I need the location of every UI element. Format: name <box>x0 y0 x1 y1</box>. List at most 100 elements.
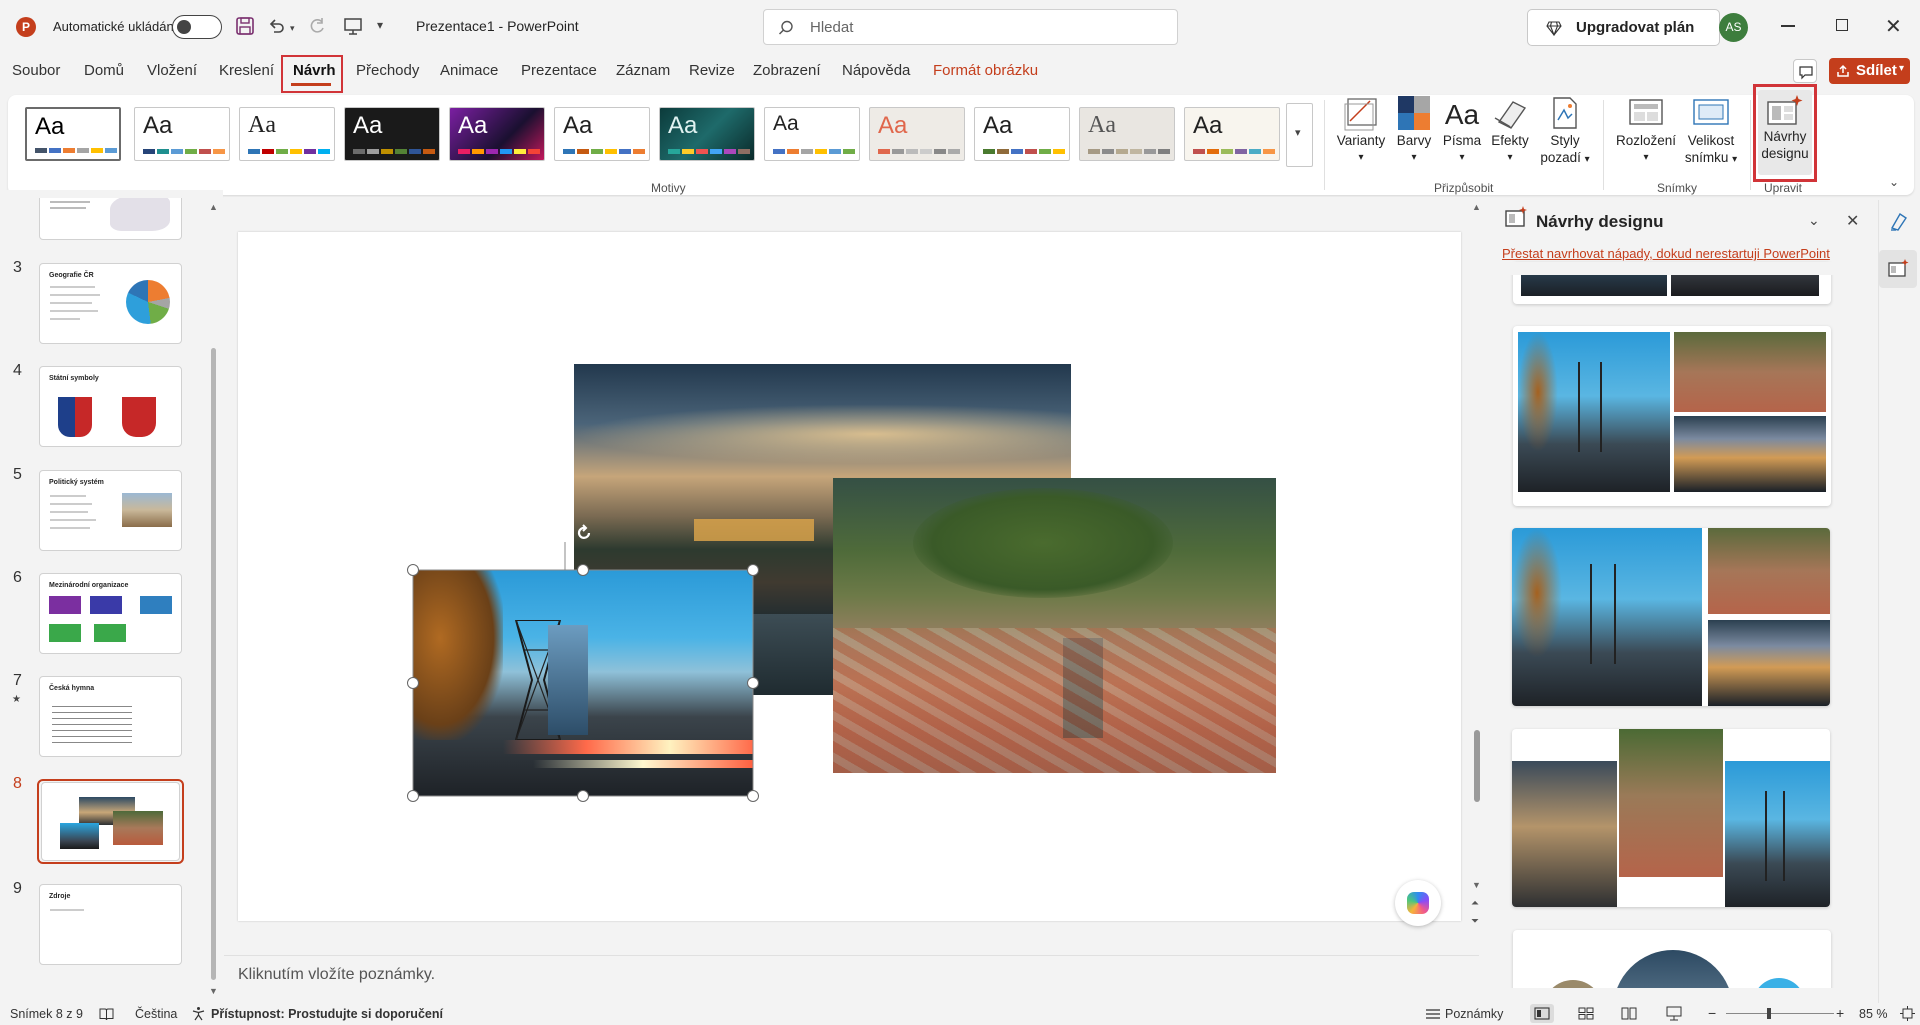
theme-6[interactable]: Aa <box>554 107 650 161</box>
slides-panel-scrollbar[interactable]: ▲ ▼ <box>207 200 219 1000</box>
theme-11[interactable]: Aa <box>1079 107 1175 161</box>
slide-size-button[interactable]: Velikost snímku ▾ <box>1683 96 1739 168</box>
theme-4[interactable]: Aa <box>344 107 440 161</box>
slide-thumbnail-3[interactable]: Geografie ČR <box>39 263 182 344</box>
highlight-box-navrh-tab <box>281 55 343 93</box>
slide-thumbnail-7[interactable]: Česká hymna <box>39 676 182 757</box>
designer-button[interactable]: Návrhy designu <box>1758 90 1812 175</box>
search-input[interactable]: Hledat <box>763 9 1178 45</box>
comments-button[interactable] <box>1793 59 1817 83</box>
share-dropdown-icon[interactable]: ▾ <box>1899 63 1904 74</box>
slide-thumbnail-4[interactable]: Státní symboly <box>39 366 182 447</box>
language-indicator[interactable]: Čeština <box>135 1007 177 1021</box>
pane-options-chevron-icon[interactable]: ⌄ <box>1808 212 1820 229</box>
save-icon[interactable] <box>235 16 255 36</box>
tab-format-obrazku[interactable]: Formát obrázku <box>933 60 1038 82</box>
colors-button[interactable]: Barvy ▾ <box>1393 96 1435 166</box>
design-idea-card-3[interactable] <box>1512 729 1830 907</box>
text-line <box>50 207 86 209</box>
customize-qat-icon[interactable]: ▾ <box>377 18 383 32</box>
theme-3[interactable]: Aa <box>239 107 335 161</box>
design-idea-card-2[interactable] <box>1512 528 1830 706</box>
resize-handle-n[interactable] <box>577 564 589 576</box>
notes-pane[interactable]: Kliknutím vložíte poznámky. <box>224 955 1479 995</box>
themes-gallery-more-button[interactable]: ▾ <box>1286 103 1313 167</box>
theme-2[interactable]: Aa <box>134 107 230 161</box>
design-idea-card-1[interactable] <box>1513 326 1831 506</box>
tab-kresleni[interactable]: Kreslení <box>219 60 274 82</box>
tab-zobrazeni[interactable]: Zobrazení <box>753 60 821 82</box>
reading-view-icon[interactable] <box>1621 1007 1637 1020</box>
background-styles-button[interactable]: Styly pozadí ▾ <box>1536 96 1594 168</box>
tab-prezentace[interactable]: Prezentace <box>521 60 597 82</box>
effects-button[interactable]: Efekty ▾ <box>1487 96 1533 166</box>
upgrade-plan-button[interactable]: Upgradovat plán <box>1527 9 1720 46</box>
minimize-icon[interactable] <box>1781 25 1795 27</box>
theme-8[interactable]: Aa <box>764 107 860 161</box>
resize-handle-e[interactable] <box>747 677 759 689</box>
scrollbar-thumb[interactable] <box>211 348 216 980</box>
slide-thumbnail-5[interactable]: Politický systém <box>39 470 182 551</box>
zoom-level[interactable]: 85 % <box>1859 1007 1888 1021</box>
brno-city-image[interactable] <box>833 478 1276 773</box>
close-window-icon[interactable]: ✕ <box>1885 14 1902 39</box>
collapse-ribbon-icon[interactable]: ⌄ <box>1889 175 1899 189</box>
theme-12[interactable]: Aa <box>1184 107 1280 161</box>
scrollbar-thumb[interactable] <box>1474 730 1480 802</box>
copilot-button[interactable] <box>1395 880 1441 926</box>
tab-revize[interactable]: Revize <box>689 60 735 82</box>
zoom-slider[interactable] <box>1726 1013 1834 1014</box>
share-button[interactable]: Sdílet ▾ <box>1829 58 1910 84</box>
document-title: Prezentace1 - PowerPoint <box>416 18 579 34</box>
close-pane-icon[interactable]: ✕ <box>1846 211 1859 231</box>
tab-napoveda[interactable]: Nápověda <box>842 60 910 82</box>
resize-handle-w[interactable] <box>407 677 419 689</box>
layout-button[interactable]: Rozložení ▾ <box>1612 96 1680 166</box>
fit-to-window-icon[interactable] <box>1900 1006 1915 1021</box>
accessibility-status[interactable]: Přístupnost: Prostudujte si doporučení <box>211 1007 443 1021</box>
undo-icon[interactable] <box>266 16 286 36</box>
rotate-handle-icon[interactable] <box>574 523 594 543</box>
fonts-button[interactable]: Aa Písma ▾ <box>1439 96 1485 166</box>
theme-10[interactable]: Aa <box>974 107 1070 161</box>
fonts-icon: Aa <box>1444 99 1480 130</box>
theme-7[interactable]: Aa <box>659 107 755 161</box>
brno-city-image <box>1708 528 1830 614</box>
slideshow-view-icon[interactable] <box>1666 1006 1682 1021</box>
tab-zaznam[interactable]: Záznam <box>616 60 670 82</box>
theme-5[interactable]: Aa <box>449 107 545 161</box>
canvas-scrollbar[interactable]: ▲ ▼ ⏶ ⏷ <box>1470 200 1484 940</box>
restore-icon[interactable] <box>1836 19 1848 31</box>
slide-thumbnail-9[interactable]: Zdroje <box>39 884 182 965</box>
slide-sorter-icon[interactable] <box>1578 1007 1594 1020</box>
tab-animace[interactable]: Animace <box>440 60 498 82</box>
slide-thumbnail-8[interactable] <box>41 782 180 861</box>
autosave-toggle[interactable] <box>172 15 222 39</box>
tab-domu[interactable]: Domů <box>84 60 124 82</box>
theme-9[interactable]: Aa <box>869 107 965 161</box>
zoom-slider-thumb[interactable] <box>1767 1008 1771 1019</box>
normal-view-button[interactable] <box>1530 1004 1554 1023</box>
resize-handle-nw[interactable] <box>407 564 419 576</box>
tab-soubor[interactable]: Soubor <box>12 60 60 82</box>
avatar[interactable]: AS <box>1719 13 1748 42</box>
zoom-out-icon[interactable]: − <box>1708 1005 1716 1021</box>
slide-thumbnail-6[interactable]: Mezinárodní organizace <box>39 573 182 654</box>
resize-handle-se[interactable] <box>747 790 759 802</box>
stop-suggestions-link[interactable]: Přestat navrhovat nápady, dokud nerestar… <box>1502 246 1830 261</box>
format-pane-icon[interactable] <box>1888 210 1910 232</box>
variants-button[interactable]: Varianty ▾ <box>1333 96 1389 166</box>
resize-handle-s[interactable] <box>577 790 589 802</box>
undo-dropdown-icon[interactable]: ▾ <box>290 23 295 34</box>
zoom-in-icon[interactable]: + <box>1836 1005 1844 1021</box>
resize-handle-ne[interactable] <box>747 564 759 576</box>
resize-handle-sw[interactable] <box>407 790 419 802</box>
tab-prechody[interactable]: Přechody <box>356 60 419 82</box>
redo-icon[interactable] <box>307 16 327 36</box>
colors-icon <box>1398 96 1430 130</box>
theme-office[interactable]: Aa <box>25 107 121 161</box>
tab-vlozeni[interactable]: Vložení <box>147 60 197 82</box>
designer-rail-button[interactable] <box>1879 250 1917 288</box>
notes-toggle[interactable]: Poznámky <box>1445 1007 1503 1021</box>
start-slideshow-icon[interactable] <box>343 16 363 36</box>
